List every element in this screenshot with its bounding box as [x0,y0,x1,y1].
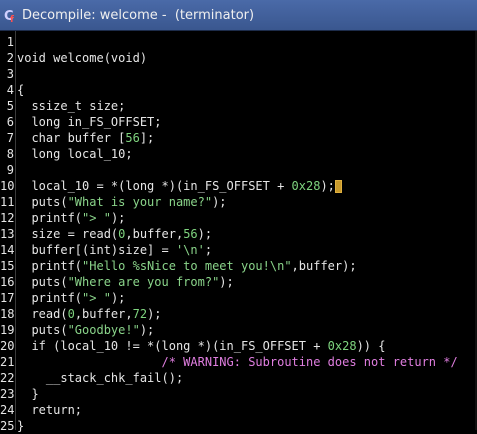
code-line[interactable]: 6 long in_FS_OFFSET; [0,114,477,130]
code-text[interactable]: } [17,418,24,434]
code-text[interactable]: long local_10; [17,146,132,162]
code-text[interactable]: ssize_t size; [17,98,125,114]
code-text[interactable]: buffer[(int)size] = '\n'; [17,242,212,258]
code-line[interactable]: 3 [0,66,477,82]
code-text[interactable]: if (local_10 != *(long *)(in_FS_OFFSET +… [17,338,385,354]
code-line[interactable]: 15 printf("Hello %sNice to meet you!\n",… [0,258,477,274]
decompiler-code-view[interactable]: 1 2 void welcome(void) 3 4{5 ssize_t size; 6 … [0,31,477,433]
code-line[interactable]: 4{ [0,82,477,98]
code-line[interactable]: 9 [0,162,477,178]
line-number: 6 [6,115,14,129]
line-number: 17 [0,291,15,305]
code-text[interactable]: { [17,82,24,98]
line-number: 24 [0,403,15,417]
line-number: 23 [0,387,15,401]
line-number: 3 [6,67,14,81]
window-title: Decompile: welcome - (terminator) [22,8,255,23]
line-number: 2 [6,51,14,65]
code-line[interactable]: 19 puts("Goodbye!"); [0,322,477,338]
line-number: 16 [0,275,15,289]
text-cursor [334,180,342,193]
code-line[interactable]: 11 puts("What is your name?"); [0,194,477,210]
code-line[interactable]: 14 buffer[(int)size] = '\n'; [0,242,477,258]
code-text[interactable]: /* WARNING: Subroutine does not return *… [17,354,458,370]
code-text[interactable]: puts("Where are you from?"); [17,274,233,290]
code-line[interactable]: 8 long local_10; [0,146,477,162]
line-number: 4 [6,83,14,97]
code-text[interactable]: size = read(0,buffer,56); [17,226,212,242]
line-number: 22 [0,371,15,385]
code-text[interactable]: return; [17,402,82,418]
line-number: 13 [0,227,15,241]
line-number: 8 [6,147,14,161]
line-number: 18 [0,307,15,321]
line-number: 7 [6,131,14,145]
line-number: 14 [0,243,15,257]
code-text[interactable]: puts("What is your name?"); [17,194,226,210]
code-text[interactable]: char buffer [56]; [17,130,154,146]
line-number: 1 [6,35,14,49]
line-number: 11 [0,195,15,209]
code-text[interactable] [17,162,31,178]
ghidra-decompile-icon: C f [4,9,14,23]
code-text[interactable]: printf("> "); [17,210,125,226]
code-line[interactable]: 20 if (local_10 != *(long *)(in_FS_OFFSE… [0,338,477,354]
code-text[interactable]: void welcome(void) [17,50,147,66]
line-number: 21 [0,355,15,369]
code-line[interactable]: 13 size = read(0,buffer,56); [0,226,477,242]
code-line[interactable]: 5 ssize_t size; [0,98,477,114]
code-text[interactable]: puts("Goodbye!"); [17,322,154,338]
code-text[interactable]: read(0,buffer,72); [17,306,161,322]
code-text[interactable]: printf("Hello %sNice to meet you!\n",buf… [17,258,356,274]
line-number: 5 [6,99,14,113]
code-line[interactable]: 18 read(0,buffer,72); [0,306,477,322]
code-line[interactable]: 25} [0,418,477,434]
svg-text:f: f [10,15,14,23]
code-line[interactable]: 12 printf("> "); [0,210,477,226]
line-number: 20 [0,339,15,353]
code-text[interactable]: } [17,386,38,402]
code-text[interactable]: long in_FS_OFFSET; [17,114,161,130]
code-line[interactable]: 16 puts("Where are you from?"); [0,274,477,290]
code-text[interactable]: local_10 = *(long *)(in_FS_OFFSET + 0x28… [17,178,334,194]
line-number: 25 [0,419,15,433]
code-line[interactable]: 24 return; [0,402,477,418]
line-number: 10 [0,179,15,193]
code-line[interactable]: 22 __stack_chk_fail(); [0,370,477,386]
code-line[interactable]: 2 void welcome(void) [0,50,477,66]
code-line[interactable]: 21 /* WARNING: Subroutine does not retur… [0,354,477,370]
code-line[interactable]: 10 local_10 = *(long *)(in_FS_OFFSET + 0… [0,178,477,194]
code-line[interactable]: 23 } [0,386,477,402]
code-line[interactable]: 1 [0,34,477,50]
code-text[interactable]: __stack_chk_fail(); [17,370,183,386]
code-line[interactable]: 7 char buffer [56]; [0,130,477,146]
code-line[interactable]: 17 printf("> "); [0,290,477,306]
line-number: 12 [0,211,15,225]
window-titlebar[interactable]: C f Decompile: welcome - (terminator) [0,0,477,31]
line-number: 15 [0,259,15,273]
line-number: 19 [0,323,15,337]
code-text[interactable]: printf("> "); [17,290,125,306]
line-number: 9 [6,163,14,177]
